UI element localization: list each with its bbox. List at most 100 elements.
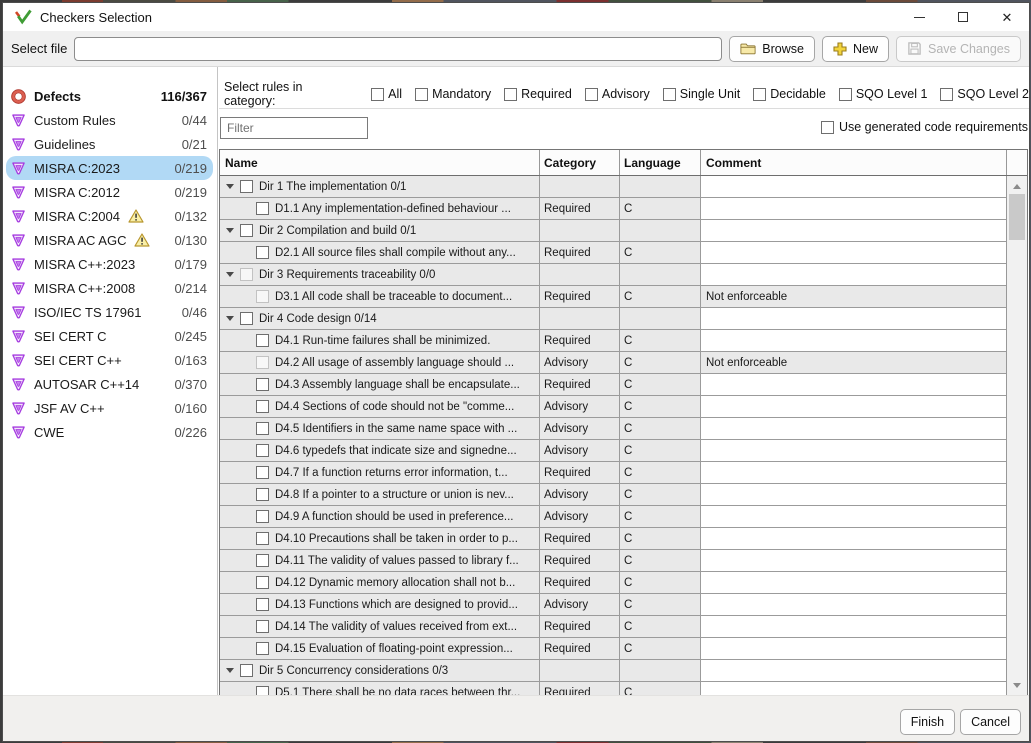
row-checkbox[interactable] bbox=[256, 400, 269, 413]
rule-row[interactable]: D5.1 There shall be no data races betwee… bbox=[220, 682, 1006, 695]
comment-cell[interactable] bbox=[701, 682, 1006, 695]
rule-row[interactable]: D4.14 The validity of values received fr… bbox=[220, 616, 1006, 638]
collapse-expander-icon[interactable] bbox=[226, 228, 234, 233]
category-checkbox-sqo-level-2[interactable] bbox=[940, 88, 953, 101]
sidebar-item-defects[interactable]: Defects116/367 bbox=[6, 84, 213, 108]
rule-row[interactable]: D4.3 Assembly language shall be encapsul… bbox=[220, 374, 1006, 396]
rule-row[interactable]: D4.4 Sections of code should not be "com… bbox=[220, 396, 1006, 418]
row-checkbox[interactable] bbox=[256, 422, 269, 435]
row-checkbox[interactable] bbox=[256, 290, 269, 303]
category-checkbox-sqo-level-1[interactable] bbox=[839, 88, 852, 101]
sidebar-item-misra-cpp-2008[interactable]: MISRA C++:20080/214 bbox=[6, 276, 213, 300]
row-checkbox[interactable] bbox=[240, 268, 253, 281]
row-checkbox[interactable] bbox=[256, 532, 269, 545]
cancel-button[interactable]: Cancel bbox=[960, 709, 1021, 735]
row-checkbox[interactable] bbox=[256, 378, 269, 391]
rule-row[interactable]: D4.7 If a function returns error informa… bbox=[220, 462, 1006, 484]
category-checkbox-all[interactable] bbox=[371, 88, 384, 101]
row-checkbox[interactable] bbox=[256, 576, 269, 589]
rule-row[interactable]: D4.8 If a pointer to a structure or unio… bbox=[220, 484, 1006, 506]
rule-row[interactable]: D4.10 Precautions shall be taken in orde… bbox=[220, 528, 1006, 550]
comment-cell[interactable] bbox=[701, 440, 1006, 461]
minimize-button[interactable] bbox=[897, 3, 941, 31]
row-checkbox[interactable] bbox=[256, 642, 269, 655]
row-checkbox[interactable] bbox=[256, 356, 269, 369]
rule-row[interactable]: D4.12 Dynamic memory allocation shall no… bbox=[220, 572, 1006, 594]
sidebar-item-custom-rules[interactable]: Custom Rules0/44 bbox=[6, 108, 213, 132]
new-button[interactable]: New bbox=[822, 36, 889, 62]
group-row[interactable]: Dir 3 Requirements traceability 0/0 bbox=[220, 264, 1006, 286]
sidebar-item-cwe[interactable]: CWE0/226 bbox=[6, 420, 213, 444]
sidebar-item-misra-ac-agc[interactable]: MISRA AC AGC0/130 bbox=[6, 228, 213, 252]
comment-cell[interactable] bbox=[701, 638, 1006, 659]
finish-button[interactable]: Finish bbox=[900, 709, 955, 735]
rule-row[interactable]: D4.9 A function should be used in prefer… bbox=[220, 506, 1006, 528]
row-checkbox[interactable] bbox=[256, 488, 269, 501]
comment-cell[interactable] bbox=[701, 462, 1006, 483]
comment-cell[interactable] bbox=[701, 528, 1006, 549]
comment-cell[interactable] bbox=[701, 418, 1006, 439]
scroll-up-button[interactable] bbox=[1007, 178, 1027, 194]
row-checkbox[interactable] bbox=[240, 312, 253, 325]
comment-cell[interactable] bbox=[701, 330, 1006, 351]
rule-row[interactable]: D4.5 Identifiers in the same name space … bbox=[220, 418, 1006, 440]
collapse-expander-icon[interactable] bbox=[226, 668, 234, 673]
collapse-expander-icon[interactable] bbox=[226, 316, 234, 321]
category-checkbox-single-unit[interactable] bbox=[663, 88, 676, 101]
save-changes-button[interactable]: Save Changes bbox=[896, 36, 1021, 62]
group-row[interactable]: Dir 5 Concurrency considerations 0/3 bbox=[220, 660, 1006, 682]
comment-cell[interactable] bbox=[701, 198, 1006, 219]
sidebar-item-autosar-cpp14[interactable]: AUTOSAR C++140/370 bbox=[6, 372, 213, 396]
maximize-button[interactable] bbox=[941, 3, 985, 31]
collapse-expander-icon[interactable] bbox=[226, 184, 234, 189]
comment-cell[interactable]: Not enforceable bbox=[701, 352, 1006, 373]
comment-cell[interactable]: Not enforceable bbox=[701, 286, 1006, 307]
browse-button[interactable]: Browse bbox=[729, 36, 815, 62]
rule-row[interactable]: D2.1 All source files shall compile with… bbox=[220, 242, 1006, 264]
row-checkbox[interactable] bbox=[256, 466, 269, 479]
sidebar-item-misra-c-2004[interactable]: MISRA C:20040/132 bbox=[6, 204, 213, 228]
sidebar-item-misra-cpp-2023[interactable]: MISRA C++:20230/179 bbox=[6, 252, 213, 276]
sidebar-item-misra-c-2012[interactable]: MISRA C:20120/219 bbox=[6, 180, 213, 204]
sidebar-item-jsf-av-cpp[interactable]: JSF AV C++0/160 bbox=[6, 396, 213, 420]
category-checkbox-mandatory[interactable] bbox=[415, 88, 428, 101]
close-button[interactable]: ✕ bbox=[985, 3, 1029, 31]
comment-cell[interactable] bbox=[701, 594, 1006, 615]
row-checkbox[interactable] bbox=[240, 180, 253, 193]
row-checkbox[interactable] bbox=[256, 334, 269, 347]
rule-row[interactable]: D4.15 Evaluation of floating-point expre… bbox=[220, 638, 1006, 660]
group-row[interactable]: Dir 4 Code design 0/14 bbox=[220, 308, 1006, 330]
comment-cell[interactable] bbox=[701, 506, 1006, 527]
row-checkbox[interactable] bbox=[256, 202, 269, 215]
rule-row[interactable]: D4.6 typedefs that indicate size and sig… bbox=[220, 440, 1006, 462]
select-file-input[interactable] bbox=[74, 37, 722, 61]
category-checkbox-decidable[interactable] bbox=[753, 88, 766, 101]
comment-cell[interactable] bbox=[701, 374, 1006, 395]
table-scrollbar[interactable] bbox=[1006, 176, 1027, 695]
row-checkbox[interactable] bbox=[240, 224, 253, 237]
comment-cell[interactable] bbox=[701, 572, 1006, 593]
scrollbar-thumb[interactable] bbox=[1009, 194, 1025, 240]
comment-cell[interactable] bbox=[701, 396, 1006, 417]
row-checkbox[interactable] bbox=[256, 686, 269, 695]
sidebar-item-misra-c-2023[interactable]: MISRA C:20230/219 bbox=[6, 156, 213, 180]
group-row[interactable]: Dir 1 The implementation 0/1 bbox=[220, 176, 1006, 198]
comment-cell[interactable] bbox=[701, 242, 1006, 263]
comment-cell[interactable] bbox=[701, 550, 1006, 571]
comment-cell[interactable] bbox=[701, 484, 1006, 505]
category-checkbox-required[interactable] bbox=[504, 88, 517, 101]
comment-cell[interactable] bbox=[701, 616, 1006, 637]
sidebar-item-sei-cert-c[interactable]: SEI CERT C0/245 bbox=[6, 324, 213, 348]
sidebar-item-sei-cert-cpp[interactable]: SEI CERT C++0/163 bbox=[6, 348, 213, 372]
rule-row[interactable]: D3.1 All code shall be traceable to docu… bbox=[220, 286, 1006, 308]
group-row[interactable]: Dir 2 Compilation and build 0/1 bbox=[220, 220, 1006, 242]
row-checkbox[interactable] bbox=[256, 510, 269, 523]
collapse-expander-icon[interactable] bbox=[226, 272, 234, 277]
rule-row[interactable]: D4.13 Functions which are designed to pr… bbox=[220, 594, 1006, 616]
category-checkbox-advisory[interactable] bbox=[585, 88, 598, 101]
sidebar-item-guidelines[interactable]: Guidelines0/21 bbox=[6, 132, 213, 156]
row-checkbox[interactable] bbox=[256, 246, 269, 259]
scroll-down-button[interactable] bbox=[1007, 677, 1027, 693]
rule-row[interactable]: D4.2 All usage of assembly language shou… bbox=[220, 352, 1006, 374]
rule-row[interactable]: D1.1 Any implementation-defined behaviou… bbox=[220, 198, 1006, 220]
